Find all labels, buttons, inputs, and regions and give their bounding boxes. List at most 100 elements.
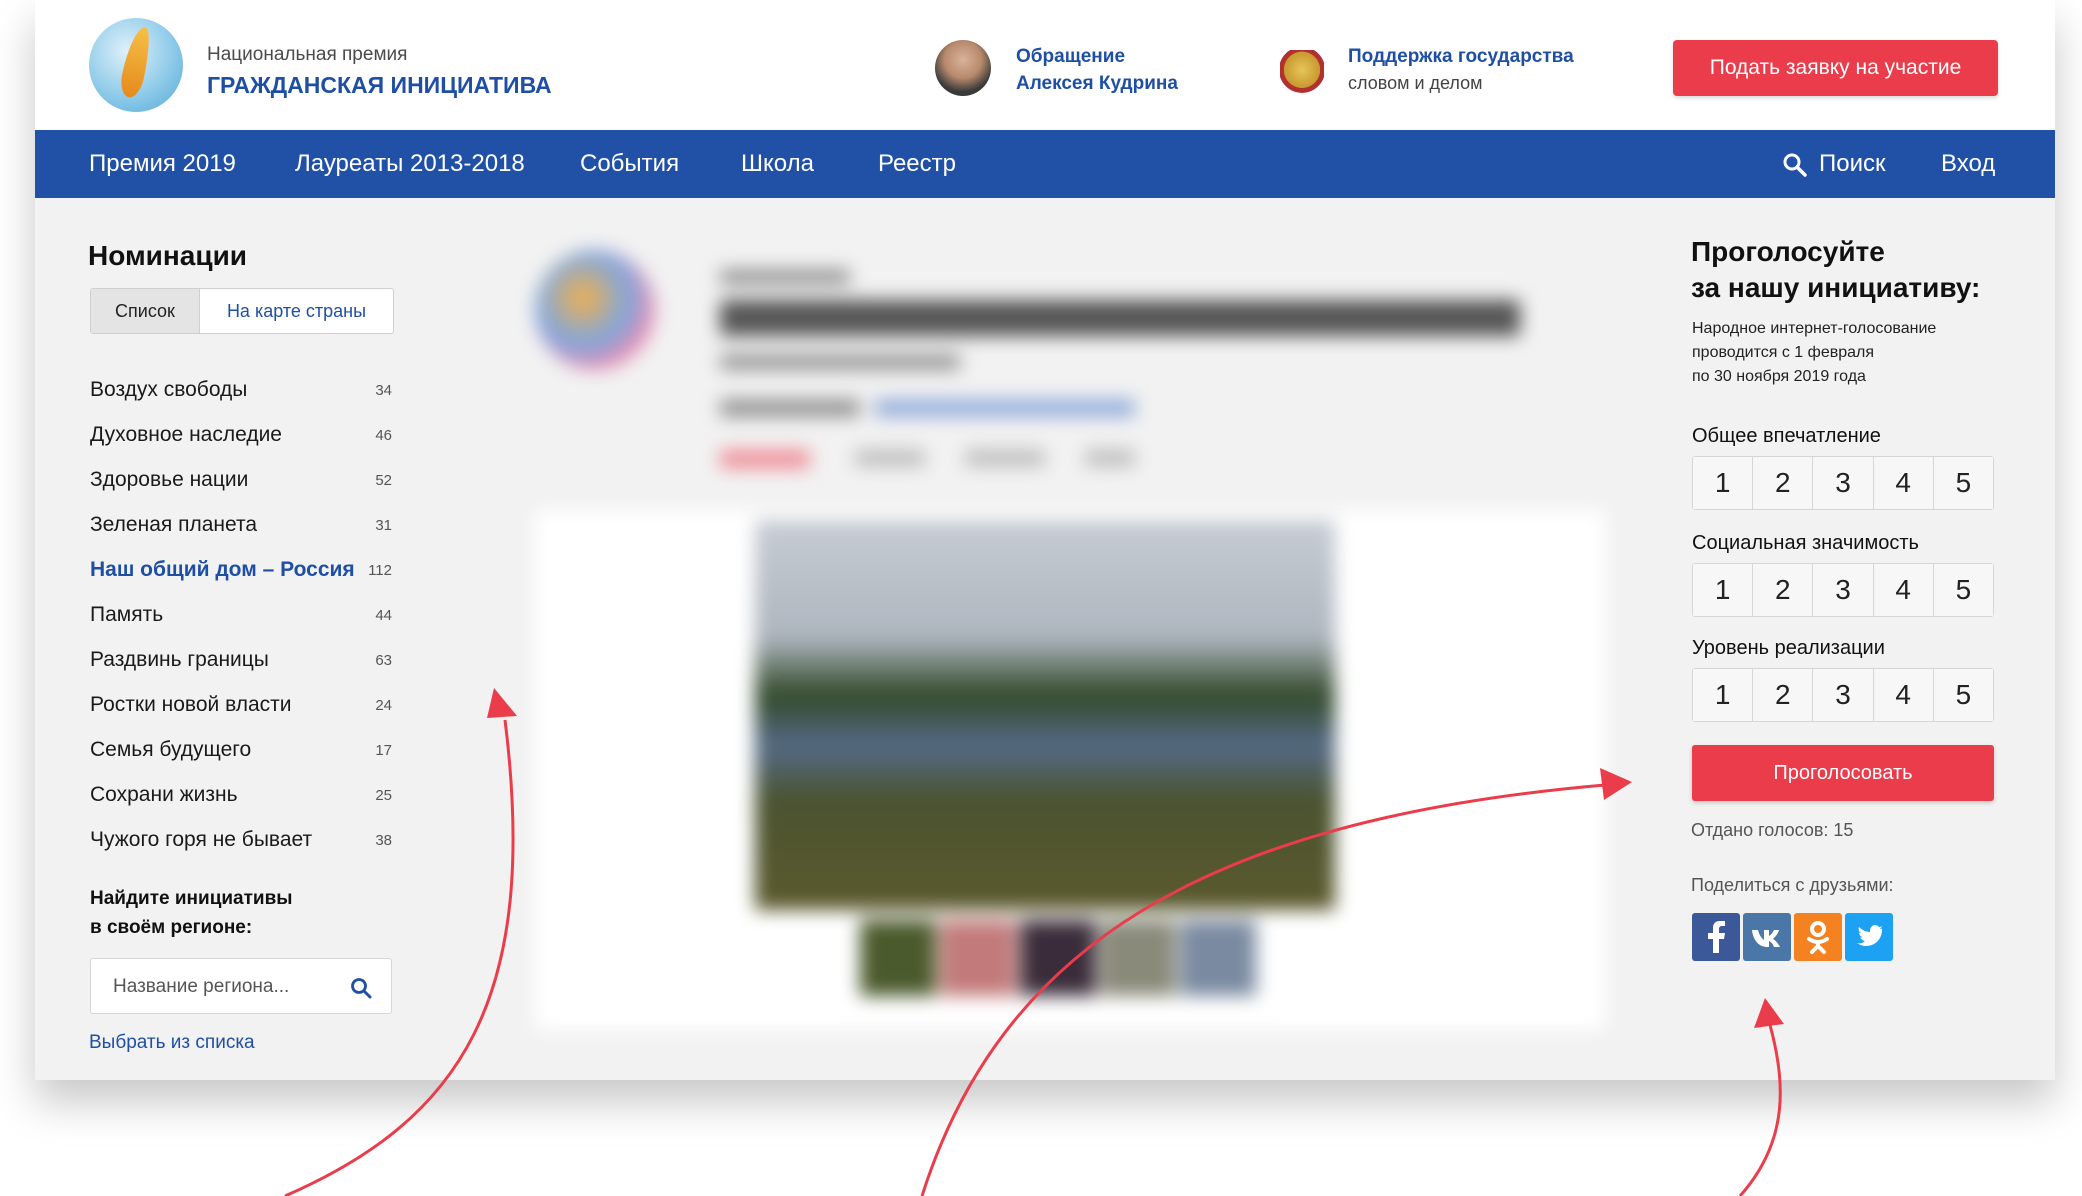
initiative-photo — [755, 520, 1335, 910]
gallery-thumbnail — [1100, 920, 1176, 996]
nomination-count: 31 — [375, 517, 392, 534]
nomination-count: 44 — [375, 607, 392, 624]
vote-note: по 30 ноября 2019 года — [1692, 368, 1866, 385]
page-card: Национальная премия ГРАЖДАНСКАЯ ИНИЦИАТИ… — [35, 0, 2055, 1080]
find-region-heading: Найдите инициативы — [90, 888, 293, 909]
rating-option[interactable]: 5 — [1933, 669, 1994, 721]
nomination-count: 17 — [375, 742, 392, 759]
rating-option[interactable]: 3 — [1813, 564, 1874, 616]
nomination-item[interactable]: Раздвинь границы 63 — [90, 648, 392, 678]
brand-subtitle: Национальная премия — [207, 44, 408, 65]
vote-title: Проголосуйте — [1691, 236, 1885, 267]
search-icon[interactable] — [1782, 152, 1808, 178]
criterion-label: Уровень реализации — [1692, 637, 1885, 659]
award-logo-icon[interactable] — [89, 18, 183, 112]
rating-option[interactable]: 4 — [1873, 457, 1934, 509]
rating-option[interactable]: 2 — [1753, 564, 1814, 616]
top-header: Национальная премия ГРАЖДАНСКАЯ ИНИЦИАТИ… — [35, 0, 2055, 130]
nomination-count: 63 — [375, 652, 392, 669]
nomination-item[interactable]: Семья будущего 17 — [90, 738, 392, 768]
rating-option[interactable]: 4 — [1873, 669, 1934, 721]
rating-option[interactable]: 1 — [1693, 669, 1754, 721]
criterion-label: Социальная значимость — [1692, 532, 1919, 554]
rating-option[interactable]: 2 — [1753, 457, 1814, 509]
odnoklassniki-icon[interactable] — [1794, 913, 1842, 961]
search-icon[interactable] — [349, 976, 373, 1000]
nomination-item[interactable]: Память 44 — [90, 603, 392, 633]
vote-button[interactable]: Проголосовать — [1692, 745, 1994, 801]
twitter-icon[interactable] — [1845, 913, 1893, 961]
nomination-name: Ростки новой власти — [90, 693, 292, 716]
share-label: Поделиться с друзьями: — [1691, 875, 1894, 895]
nomination-count: 38 — [375, 832, 392, 849]
nomination-item[interactable]: Зеленая планета 31 — [90, 513, 392, 543]
nomination-item-active[interactable]: Наш общий дом – Россия 112 — [90, 558, 392, 588]
toggle-map-button[interactable]: На карте страны — [200, 289, 393, 333]
nav-item-events[interactable]: События — [580, 150, 679, 178]
nomination-name: Чужого горя не бывает — [90, 828, 313, 851]
nomination-name: Семья будущего — [90, 738, 252, 761]
rating-option[interactable]: 3 — [1813, 669, 1874, 721]
blurred-text — [720, 355, 960, 369]
nomination-name: Сохрани жизнь — [90, 783, 238, 806]
nomination-item[interactable]: Сохрани жизнь 25 — [90, 783, 392, 813]
rating-scale-impression: 1 2 3 4 5 — [1692, 456, 1994, 510]
blurred-initiative-content — [495, 230, 1645, 1040]
rating-option[interactable]: 1 — [1693, 457, 1754, 509]
rating-option[interactable]: 2 — [1753, 669, 1814, 721]
blurred-text — [720, 400, 860, 416]
nomination-item[interactable]: Воздух свободы 34 — [90, 378, 392, 408]
nomination-count: 46 — [375, 427, 392, 444]
blurred-badge — [720, 450, 810, 468]
nomination-count: 24 — [375, 697, 392, 714]
main-nav: Премия 2019 Лауреаты 2013-2018 События Ш… — [35, 130, 2055, 198]
nav-item-school[interactable]: Школа — [741, 150, 814, 178]
appeal-link-line2[interactable]: Алексея Кудрина — [1016, 73, 1178, 95]
nav-login[interactable]: Вход — [1941, 150, 1995, 178]
nomination-count: 34 — [375, 382, 392, 399]
gallery-thumbnail — [940, 920, 1016, 996]
rating-option[interactable]: 5 — [1933, 457, 1994, 509]
vk-icon[interactable] — [1743, 913, 1791, 961]
vote-title-2: за нашу инициативу: — [1691, 272, 1981, 303]
blurred-text — [855, 450, 925, 466]
rating-option[interactable]: 5 — [1933, 564, 1994, 616]
appeal-link-line1[interactable]: Обращение — [1016, 46, 1125, 68]
brand-title[interactable]: ГРАЖДАНСКАЯ ИНИЦИАТИВА — [207, 72, 552, 99]
region-search-box — [90, 958, 392, 1014]
nomination-name: Воздух свободы — [90, 378, 248, 401]
nav-item-laureates[interactable]: Лауреаты 2013-2018 — [295, 150, 525, 178]
nomination-item[interactable]: Ростки новой власти 24 — [90, 693, 392, 723]
nomination-item[interactable]: Духовное наследие 46 — [90, 423, 392, 453]
rating-option[interactable]: 1 — [1693, 564, 1754, 616]
nav-item-registry[interactable]: Реестр — [878, 150, 956, 178]
votes-count: Отдано голосов: 15 — [1691, 820, 1854, 840]
facebook-icon[interactable] — [1692, 913, 1740, 961]
gallery-thumbnail — [860, 920, 936, 996]
nomination-count: 25 — [375, 787, 392, 804]
state-support-link[interactable]: Поддержка государства — [1348, 46, 1574, 68]
nomination-name: Наш общий дом – Россия — [90, 558, 355, 581]
rating-scale-significance: 1 2 3 4 5 — [1692, 563, 1994, 617]
choose-from-list-link[interactable]: Выбрать из списка — [89, 1032, 255, 1054]
initiative-logo — [535, 250, 655, 370]
blurred-text — [965, 450, 1045, 466]
region-search-input[interactable] — [111, 973, 345, 1001]
nomination-item[interactable]: Здоровье нации 52 — [90, 468, 392, 498]
state-emblem-icon — [1280, 50, 1324, 94]
kudrin-avatar[interactable] — [935, 40, 991, 96]
nomination-item[interactable]: Чужого горя не бывает 38 — [90, 828, 392, 858]
vote-note: проводится с 1 февраля — [1692, 344, 1875, 361]
apply-button[interactable]: Подать заявку на участие — [1673, 40, 1998, 96]
blurred-link — [875, 400, 1135, 416]
find-region-heading-2: в своём регионе: — [90, 917, 253, 938]
criterion-label: Общее впечатление — [1692, 425, 1881, 447]
rating-option[interactable]: 4 — [1873, 564, 1934, 616]
nav-item-premiya-2019[interactable]: Премия 2019 — [89, 150, 236, 178]
toggle-list-button[interactable]: Список — [91, 289, 200, 333]
nomination-name: Зеленая планета — [90, 513, 258, 536]
nav-search[interactable]: Поиск — [1819, 150, 1886, 178]
nomination-count: 52 — [375, 472, 392, 489]
rating-option[interactable]: 3 — [1813, 457, 1874, 509]
gallery-thumbnail — [1180, 920, 1256, 996]
